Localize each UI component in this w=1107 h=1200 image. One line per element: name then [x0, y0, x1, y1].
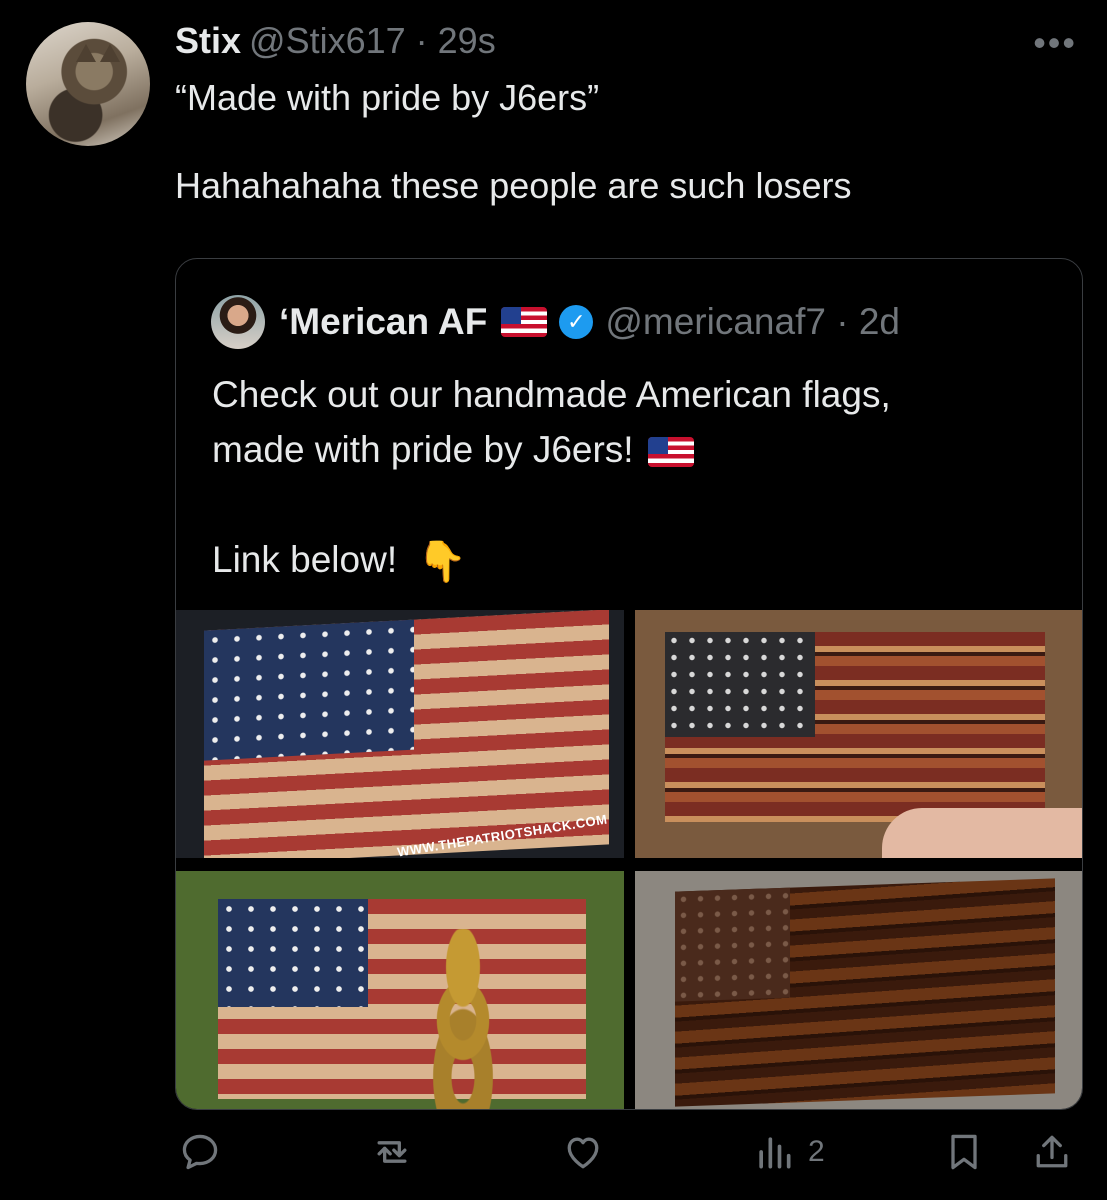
tweet-header: Stix @Stix617 · 29s: [175, 20, 496, 62]
reply-icon: [182, 1134, 218, 1170]
quoted-tweet-text: Check out our handmade American flags, m…: [212, 367, 1052, 590]
quoted-tweet-header: ‘Merican AF ✓ @mericanaf7 · 2d: [211, 295, 900, 349]
share-button[interactable]: [1030, 1130, 1074, 1174]
quoted-author-avatar[interactable]: [211, 295, 265, 349]
views-button[interactable]: 2: [752, 1130, 825, 1174]
pointing-down-emoji-icon: 👇: [417, 539, 467, 584]
views-count: 2: [808, 1135, 825, 1168]
us-flag-emoji-icon: [501, 307, 548, 337]
verified-badge-icon: ✓: [559, 305, 594, 339]
flag-photo-3[interactable]: [176, 871, 624, 1109]
flag-canton: [218, 899, 368, 1007]
author-name[interactable]: Stix: [175, 20, 241, 61]
flag-photo-2[interactable]: [635, 610, 1082, 858]
us-flag-emoji-icon: [647, 437, 694, 468]
rattlesnake-carving: [398, 929, 528, 1109]
tweet-text: “Made with pride by J6ers” Hahahahaha th…: [175, 76, 1075, 208]
like-button[interactable]: [561, 1130, 605, 1174]
author-handle-time[interactable]: @Stix617 · 29s: [249, 20, 496, 61]
avatar-detail: [76, 44, 96, 62]
flag-canton: [665, 632, 815, 737]
tweet-line: “Made with pride by J6ers”: [175, 77, 600, 118]
share-icon: [1036, 1135, 1068, 1168]
quoted-line: made with pride by J6ers!: [212, 429, 634, 470]
walnut-wooden-flag: [675, 878, 1055, 1107]
flag-canton: [675, 887, 790, 1002]
flag-photo-4[interactable]: [635, 871, 1082, 1109]
tweet-actions-bar: 2: [0, 1130, 1107, 1186]
retweet-icon: [377, 1141, 407, 1163]
flag-photo-1[interactable]: WWW.THEPATRIOTSHACK.COM: [176, 610, 624, 858]
avatar-detail: [100, 44, 120, 62]
quoted-line-link: Link below! 👇: [212, 532, 1052, 590]
heart-icon: [567, 1137, 599, 1169]
hand-holding-flag: [882, 808, 1082, 858]
author-avatar[interactable]: [26, 22, 150, 146]
more-options-icon[interactable]: •••: [1033, 22, 1077, 64]
gadsden-wooden-flag: [218, 899, 586, 1109]
reply-button[interactable]: [178, 1130, 222, 1174]
quoted-author-handle-time[interactable]: @mericanaf7 · 2d: [605, 301, 900, 343]
tweet-line: Hahahahaha these people are such losers: [175, 165, 852, 206]
quoted-line: Link below!: [212, 539, 398, 580]
flag-canton: [204, 619, 414, 761]
quoted-line: Check out our handmade American flags,: [212, 374, 891, 415]
bookmark-icon: [951, 1134, 977, 1170]
quoted-tweet-card[interactable]: ‘Merican AF ✓ @mericanaf7 · 2d Check out…: [175, 258, 1083, 1110]
quoted-line-with-flag: made with pride by J6ers!: [212, 422, 1052, 477]
quoted-author-name[interactable]: ‘Merican AF: [279, 301, 487, 343]
retweet-button[interactable]: [370, 1130, 414, 1174]
analytics-icon: [759, 1137, 791, 1169]
bookmark-button[interactable]: [942, 1130, 986, 1174]
distressed-wooden-flag: [665, 632, 1045, 822]
